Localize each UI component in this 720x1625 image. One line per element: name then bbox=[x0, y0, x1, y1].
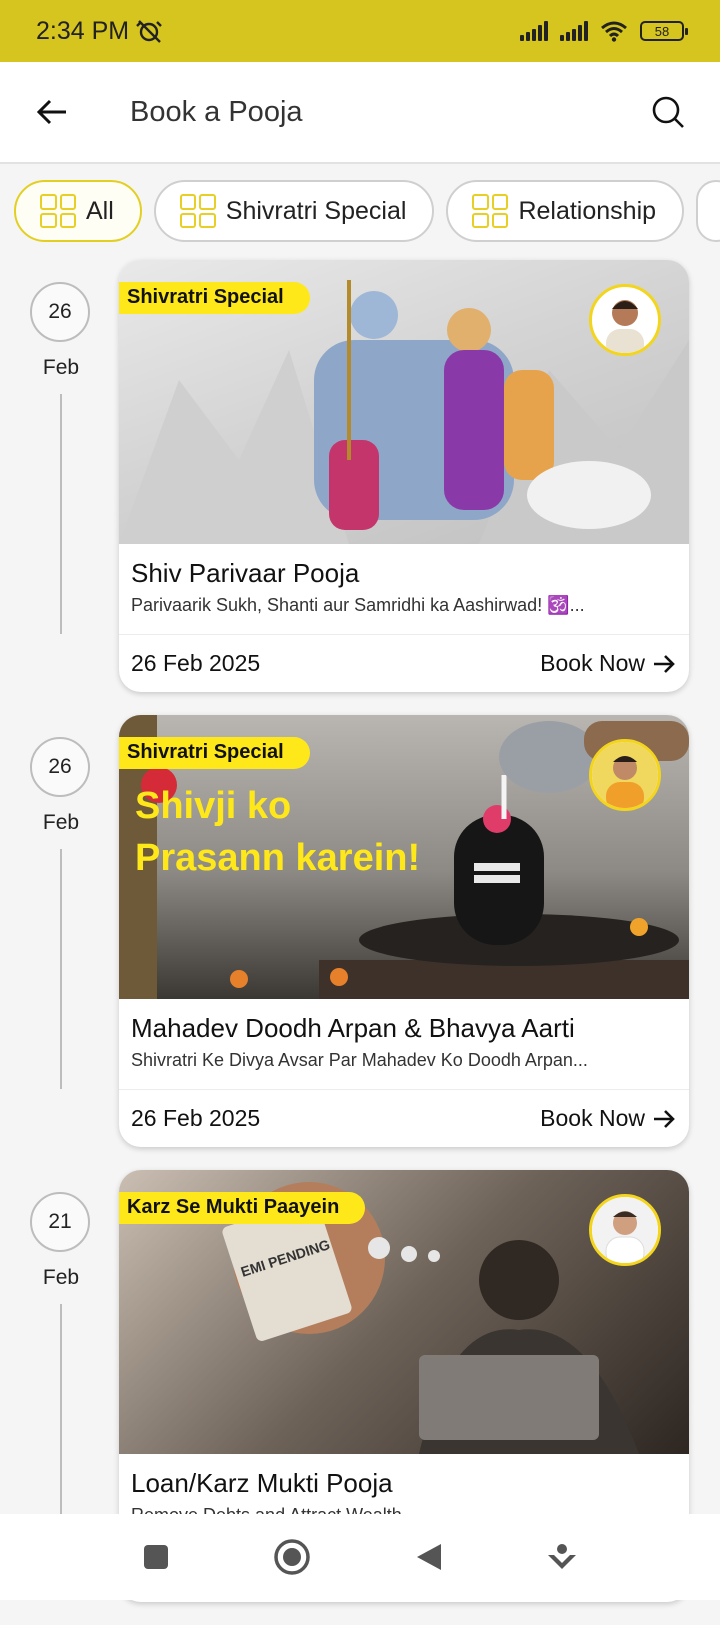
filter-chip-relationship[interactable]: Relationship bbox=[446, 180, 685, 242]
date-month: Feb bbox=[42, 356, 80, 379]
pooja-title: Shiv Parivaar Pooja bbox=[131, 558, 360, 588]
pandit-avatar bbox=[589, 739, 661, 811]
alarm-muted-icon bbox=[136, 20, 162, 43]
chip-label: Shivratri Special bbox=[225, 196, 407, 225]
signal-icon bbox=[520, 21, 548, 41]
grid-icon bbox=[472, 194, 509, 228]
signal-icon bbox=[560, 21, 588, 41]
date-day: 26 bbox=[30, 282, 90, 342]
banner-headline-2: Prasann karein! bbox=[135, 837, 421, 879]
pooja-banner-image: Shivji ko Prasann karein! Shivratri Spec… bbox=[119, 715, 689, 999]
pooja-banner-image: Shivratri Special bbox=[119, 260, 689, 544]
filter-chip-shivratri-special[interactable]: Shivratri Special bbox=[153, 180, 435, 242]
grid-icon bbox=[40, 194, 76, 228]
filter-chip-more[interactable] bbox=[696, 180, 720, 242]
chip-label: Relationship bbox=[518, 196, 657, 225]
pooja-banner-image: EMI PENDING Karz Se Mukti Paayein bbox=[119, 1170, 689, 1454]
battery-icon: 58 bbox=[640, 21, 688, 41]
book-now-label: Book Now bbox=[540, 1105, 645, 1131]
card-footer: 26 Feb 2025 Book Now bbox=[119, 634, 689, 692]
pooja-card[interactable]: Shivji ko Prasann karein! Shivratri Spec… bbox=[119, 715, 689, 1147]
chip-label: All bbox=[86, 196, 114, 225]
back-nav-button[interactable] bbox=[415, 1542, 443, 1572]
category-tag: Shivratri Special bbox=[119, 282, 310, 314]
date-day: 21 bbox=[30, 1192, 90, 1252]
recent-apps-button[interactable] bbox=[142, 1543, 170, 1571]
date-day: 26 bbox=[30, 737, 90, 797]
date-marker: 26 Feb bbox=[30, 715, 92, 1089]
banner-headline-1: Shivji ko bbox=[135, 785, 292, 827]
pooja-feed: 26 Feb Shivratri Special Shiv Parivaar P… bbox=[0, 260, 720, 1625]
date-month: Feb bbox=[42, 1266, 80, 1289]
book-now-button[interactable]: Book Now bbox=[540, 1105, 675, 1132]
timeline-line bbox=[60, 1304, 62, 1544]
pooja-date: 26 Feb 2025 bbox=[131, 1105, 261, 1131]
home-button[interactable] bbox=[273, 1538, 311, 1576]
pooja-title: Mahadev Doodh Arpan & Bhavya Aarti bbox=[131, 1013, 575, 1043]
status-bar: 2:34 PM 58 bbox=[0, 0, 720, 62]
arrow-right-icon bbox=[654, 654, 675, 673]
filter-chip-all[interactable]: All bbox=[14, 180, 142, 242]
page-title: Book a Pooja bbox=[130, 95, 303, 128]
date-marker: 26 Feb bbox=[30, 260, 92, 634]
pandit-avatar bbox=[589, 1194, 661, 1266]
pooja-card[interactable]: Shivratri Special Shiv Parivaar Pooja Pa… bbox=[119, 260, 689, 692]
arrow-right-icon bbox=[654, 1109, 675, 1128]
search-icon bbox=[652, 96, 684, 128]
wifi-icon bbox=[601, 21, 627, 42]
pooja-row: 26 Feb Shivratri Special Shiv Parivaar P… bbox=[0, 260, 720, 715]
search-button[interactable] bbox=[616, 62, 720, 162]
pooja-date: 26 Feb 2025 bbox=[131, 650, 261, 676]
category-tag: Shivratri Special bbox=[119, 737, 310, 769]
system-nav-bar bbox=[0, 1514, 720, 1600]
filter-chips: All Shivratri Special Relationship bbox=[0, 180, 720, 244]
book-now-button[interactable]: Book Now bbox=[540, 650, 675, 677]
pooja-title: Loan/Karz Mukti Pooja bbox=[131, 1468, 393, 1498]
date-marker: 21 Feb bbox=[30, 1170, 92, 1544]
pooja-row: 26 Feb Shivji ko Prasann karein! Shivrat… bbox=[0, 715, 720, 1170]
timeline-line bbox=[60, 849, 62, 1089]
pooja-subtitle: Shivratri Ke Divya Avsar Par Mahadev Ko … bbox=[131, 1050, 588, 1070]
card-footer: 26 Feb 2025 Book Now bbox=[119, 1089, 689, 1147]
status-time: 2:34 PM bbox=[36, 16, 130, 45]
grid-icon bbox=[179, 194, 216, 228]
date-month: Feb bbox=[42, 811, 80, 834]
category-tag: Karz Se Mukti Paayein bbox=[119, 1192, 366, 1224]
app-bar: Book a Pooja bbox=[0, 62, 720, 164]
assistant-button[interactable] bbox=[546, 1541, 578, 1573]
pandit-avatar bbox=[589, 284, 661, 356]
book-now-label: Book Now bbox=[540, 650, 645, 676]
timeline-line bbox=[60, 394, 62, 634]
battery-level: 58 bbox=[654, 23, 670, 39]
back-button[interactable] bbox=[0, 62, 104, 162]
pooja-subtitle: Parivaarik Sukh, Shanti aur Samridhi ka … bbox=[131, 595, 585, 615]
arrow-left-icon bbox=[36, 99, 66, 125]
